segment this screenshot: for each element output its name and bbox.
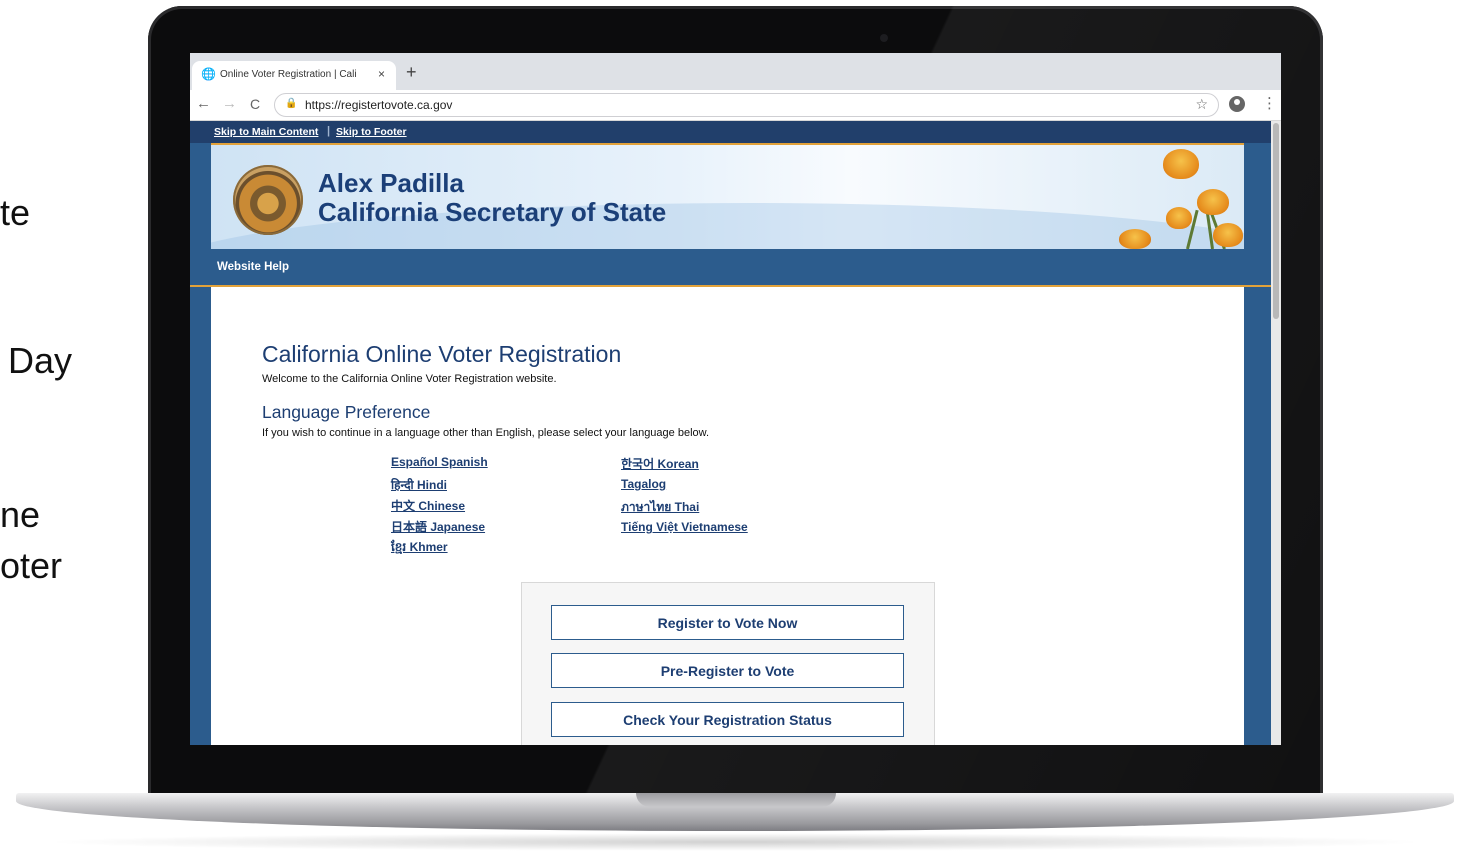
- official-name: Alex Padilla: [318, 168, 464, 198]
- language-heading: Language Preference: [262, 402, 431, 422]
- language-link-vietnamese[interactable]: Tiếng Việt Vietnamese: [621, 520, 748, 534]
- laptop-notch: [636, 793, 836, 807]
- pre-register-button[interactable]: Pre-Register to Vote: [551, 653, 904, 688]
- language-link-japanese[interactable]: 日本語 Japanese: [391, 518, 485, 535]
- header-banner: Alex Padilla California Secretary of Sta…: [211, 143, 1244, 253]
- website-help-link[interactable]: Website Help: [217, 261, 289, 273]
- globe-icon: 🌐: [201, 67, 216, 81]
- check-status-button[interactable]: Check Your Registration Status: [551, 702, 904, 737]
- skip-to-main-link[interactable]: Skip to Main Content: [214, 126, 318, 138]
- language-link-spanish[interactable]: Español Spanish: [391, 455, 488, 469]
- address-bar[interactable]: 🔒 https://registertovote.ca.gov ☆: [274, 93, 1219, 117]
- skip-to-footer-link[interactable]: Skip to Footer: [336, 126, 407, 138]
- language-link-thai[interactable]: ภาษาไทย Thai: [621, 498, 699, 517]
- skip-links-bar: Skip to Main Content | Skip to Footer: [190, 121, 1271, 143]
- poppy-flower-icon: [1213, 223, 1243, 247]
- back-icon[interactable]: ←: [196, 95, 211, 112]
- language-link-hindi[interactable]: हिन्दी Hindi: [391, 476, 447, 493]
- menu-icon[interactable]: ⋮: [1262, 94, 1277, 112]
- language-link-khmer[interactable]: ខ្មែរ Khmer: [391, 539, 448, 557]
- camera: [880, 34, 888, 42]
- reload-icon[interactable]: C: [250, 96, 260, 112]
- web-page: Skip to Main Content | Skip to Footer Al…: [190, 121, 1271, 745]
- language-note: If you wish to continue in a language ot…: [262, 427, 710, 439]
- laptop-shadow: [40, 833, 1430, 851]
- new-tab-button[interactable]: +: [406, 62, 417, 83]
- poppy-flower-icon: [1119, 229, 1151, 249]
- skip-separator: |: [327, 125, 331, 137]
- page-title: California Online Voter Registration: [262, 341, 622, 367]
- site-nav: Website Help: [190, 249, 1271, 287]
- forward-icon[interactable]: →: [222, 95, 237, 112]
- scrollbar-thumb[interactable]: [1273, 123, 1279, 319]
- language-link-tagalog[interactable]: Tagalog: [621, 477, 666, 491]
- tab-title: Online Voter Registration | Cali: [220, 69, 357, 80]
- close-icon[interactable]: ×: [378, 67, 385, 81]
- state-seal-logo: [233, 165, 303, 235]
- poppy-flower-icon: [1166, 207, 1192, 229]
- slide-text-line-2: Day: [8, 340, 73, 381]
- browser-toolbar: ← → C 🔒 https://registertovote.ca.gov ☆ …: [190, 90, 1281, 121]
- language-link-korean[interactable]: 한국어 Korean: [621, 455, 699, 472]
- slide-text-line-3: ne: [0, 494, 41, 535]
- profile-icon[interactable]: [1229, 96, 1245, 112]
- welcome-text: Welcome to the California Online Voter R…: [262, 373, 557, 385]
- slide-text-line-4: oter: [0, 545, 63, 586]
- language-link-chinese[interactable]: 中文 Chinese: [391, 497, 465, 514]
- bookmark-star-icon[interactable]: ☆: [1195, 96, 1208, 113]
- browser-tab[interactable]: 🌐 Online Voter Registration | Cali ×: [192, 61, 396, 90]
- poppy-flower-icon: [1163, 149, 1199, 179]
- poppy-flower-icon: [1197, 189, 1229, 215]
- slide-text-line-1: te: [0, 192, 31, 233]
- laptop-screen: 🌐 Online Voter Registration | Cali × + ←…: [190, 53, 1281, 745]
- browser-tabstrip: 🌐 Online Voter Registration | Cali × +: [190, 53, 1281, 90]
- action-panel: Register to Vote Now Pre-Register to Vot…: [521, 582, 935, 745]
- lock-icon: 🔒: [285, 98, 298, 109]
- register-to-vote-button[interactable]: Register to Vote Now: [551, 605, 904, 640]
- main-content: California Online Voter Registration Wel…: [211, 287, 1244, 745]
- address-url: https://registertovote.ca.gov: [305, 98, 453, 112]
- office-title: California Secretary of State: [318, 197, 667, 227]
